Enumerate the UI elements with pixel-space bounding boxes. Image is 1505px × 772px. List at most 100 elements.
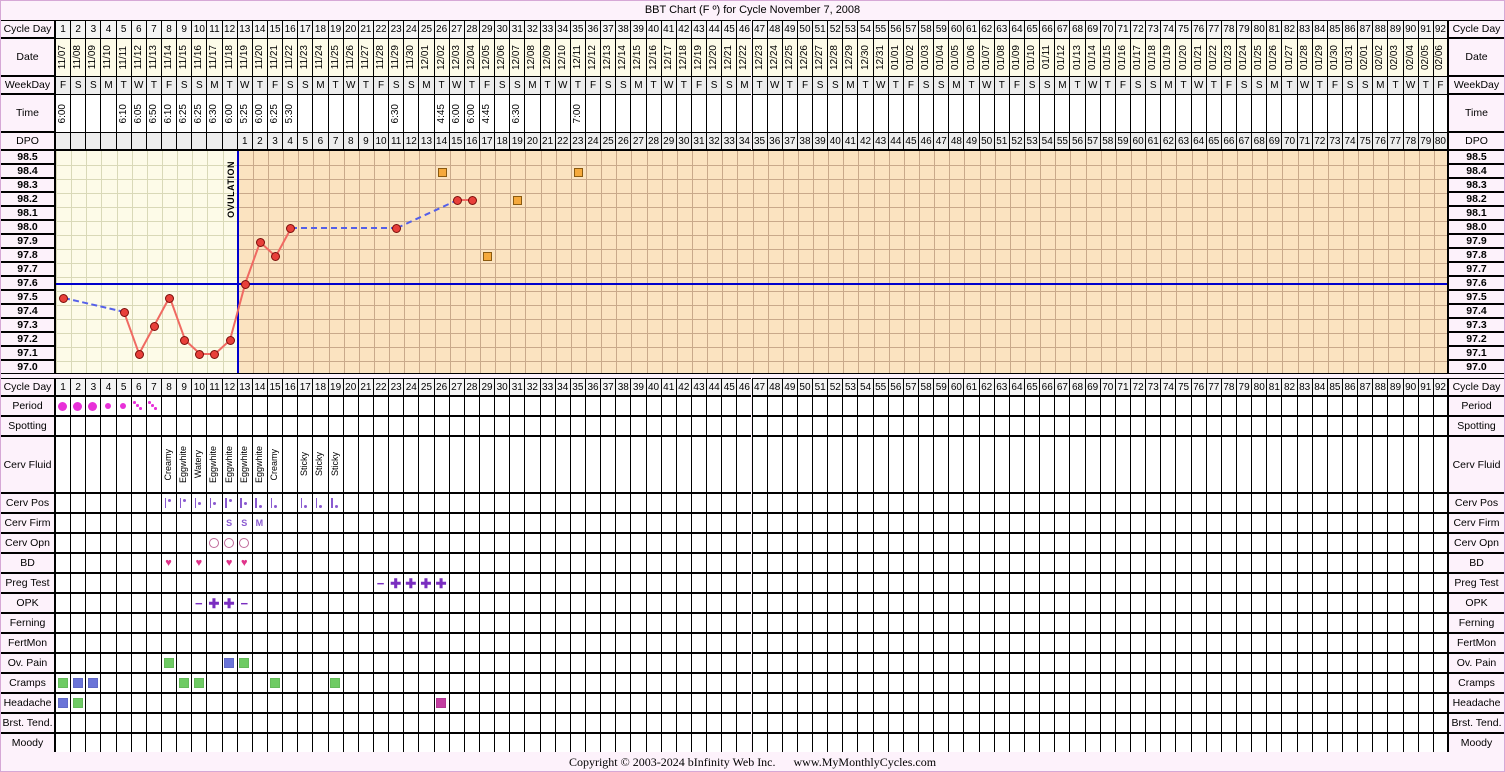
tracker-cell-moody[interactable] (372, 733, 389, 753)
tracker-cell-period[interactable] (1220, 396, 1237, 416)
tracker-cell-moody[interactable] (1114, 733, 1131, 753)
preg-test-marker[interactable]: ✚ (420, 576, 432, 590)
tracker-cell-cerv-pos[interactable] (418, 493, 434, 513)
tracker-cell-ferning[interactable] (418, 613, 434, 633)
tracker-cell-moody[interactable] (509, 733, 525, 753)
tracker-cell-spotting[interactable] (1372, 416, 1388, 436)
tracker-cell-period[interactable] (1402, 396, 1418, 416)
tracker-cell-bd[interactable] (70, 553, 86, 573)
tracker-cell-moody[interactable] (1357, 733, 1373, 753)
tracker-cell-opk[interactable] (584, 593, 601, 613)
tracker-cell-brst-tend[interactable] (221, 713, 237, 733)
tracker-cell-cramps[interactable] (221, 673, 237, 693)
tracker-cell-brst-tend[interactable] (297, 713, 313, 733)
tracker-cell-brst-tend[interactable] (1054, 713, 1070, 733)
tracker-cell-spotting[interactable] (1251, 416, 1267, 436)
tracker-cell-period[interactable] (1024, 396, 1040, 416)
tracker-cell-ferning[interactable] (463, 613, 479, 633)
tracker-cell-spotting[interactable] (70, 416, 86, 436)
ov-pain-marker[interactable] (163, 658, 174, 668)
tracker-cell-cramps[interactable] (100, 673, 116, 693)
tracker-cell-fertmon[interactable] (645, 633, 661, 653)
tracker-cell-fertmon[interactable] (160, 633, 177, 653)
tracker-cell-ov-pain[interactable] (615, 653, 631, 673)
tracker-cell-ov-pain[interactable] (1008, 653, 1025, 673)
tracker-cell-cerv-firm[interactable] (781, 513, 797, 533)
tracker-cell-bd[interactable] (1266, 553, 1282, 573)
tracker-cell-cramps[interactable] (1266, 673, 1282, 693)
tracker-cell-ov-pain[interactable] (494, 653, 510, 673)
tracker-cell-bd[interactable] (751, 553, 767, 573)
tracker-cell-opk[interactable] (812, 593, 828, 613)
tracker-cell-cerv-fluid[interactable] (872, 436, 888, 493)
tracker-cell-cerv-pos[interactable] (357, 493, 373, 513)
tracker-cell-opk[interactable] (1190, 593, 1206, 613)
tracker-cell-period[interactable] (1099, 396, 1115, 416)
tracker-cell-ov-pain[interactable] (372, 653, 389, 673)
tracker-cell-cramps[interactable] (1069, 673, 1085, 693)
tracker-cell-headache[interactable] (812, 693, 828, 713)
tracker-cell-moody[interactable] (751, 733, 767, 753)
tracker-cell-ferning[interactable] (266, 613, 283, 633)
cramps-marker[interactable] (72, 678, 83, 688)
tracker-cell-ferning[interactable] (645, 613, 661, 633)
cerv-fluid-marker[interactable]: Eggwhite (176, 436, 191, 493)
tracker-cell-opk[interactable] (1054, 593, 1070, 613)
tracker-cell-brst-tend[interactable] (1099, 713, 1115, 733)
tracker-cell-fertmon[interactable] (55, 633, 71, 653)
tracker-cell-fertmon[interactable] (403, 633, 419, 653)
tracker-cell-ferning[interactable] (1114, 613, 1131, 633)
tracker-cell-period[interactable] (736, 396, 752, 416)
tracker-cell-cramps[interactable] (918, 673, 934, 693)
tracker-cell-cerv-firm[interactable] (1417, 513, 1433, 533)
tracker-cell-ov-pain[interactable] (978, 653, 994, 673)
tracker-cell-cramps[interactable] (781, 673, 797, 693)
tracker-cell-opk[interactable] (251, 593, 267, 613)
tracker-cell-period[interactable] (857, 396, 873, 416)
tracker-cell-headache[interactable] (478, 693, 495, 713)
tracker-cell-ov-pain[interactable] (766, 653, 782, 673)
tracker-cell-brst-tend[interactable] (1190, 713, 1206, 733)
tracker-cell-cerv-fluid[interactable] (1205, 436, 1221, 493)
tracker-cell-period[interactable] (1281, 396, 1297, 416)
tracker-cell-ferning[interactable] (1357, 613, 1373, 633)
tracker-cell-cerv-fluid[interactable] (1236, 436, 1252, 493)
tracker-cell-brst-tend[interactable] (176, 713, 192, 733)
tracker-cell-moody[interactable] (1024, 733, 1040, 753)
tracker-cell-period[interactable] (191, 396, 207, 416)
tracker-cell-spotting[interactable] (251, 416, 267, 436)
tracker-cell-cramps[interactable] (478, 673, 495, 693)
tracker-cell-opk[interactable] (388, 593, 404, 613)
tracker-cell-spotting[interactable] (509, 416, 525, 436)
tracker-cell-preg-test[interactable] (948, 573, 964, 593)
tracker-cell-cerv-firm[interactable] (1160, 513, 1176, 533)
tracker-cell-ov-pain[interactable] (1220, 653, 1237, 673)
tracker-cell-cerv-opn[interactable] (796, 533, 813, 553)
tracker-cell-moody[interactable] (100, 733, 116, 753)
tracker-cell-spotting[interactable] (85, 416, 101, 436)
tracker-cell-spotting[interactable] (312, 416, 328, 436)
tracker-cell-cerv-firm[interactable] (145, 513, 161, 533)
tracker-cell-cramps[interactable] (615, 673, 631, 693)
tracker-cell-headache[interactable] (660, 693, 676, 713)
tracker-cell-brst-tend[interactable] (796, 713, 813, 733)
cramps-marker[interactable] (330, 678, 341, 688)
tracker-cell-cerv-fluid[interactable] (1160, 436, 1176, 493)
tracker-cell-period[interactable] (569, 396, 585, 416)
tracker-cell-brst-tend[interactable] (827, 713, 843, 733)
tracker-cell-cerv-opn[interactable] (176, 533, 192, 553)
tracker-cell-bd[interactable] (1175, 553, 1191, 573)
tracker-cell-cramps[interactable] (403, 673, 419, 693)
tracker-cell-preg-test[interactable] (1387, 573, 1403, 593)
tracker-cell-cerv-opn[interactable] (1084, 533, 1100, 553)
tracker-cell-spotting[interactable] (1296, 416, 1312, 436)
tracker-cell-period[interactable] (1160, 396, 1176, 416)
tracker-cell-ferning[interactable] (1008, 613, 1025, 633)
tracker-cell-opk[interactable] (1402, 593, 1418, 613)
tracker-cell-bd[interactable] (1402, 553, 1418, 573)
tracker-cell-bd[interactable] (827, 553, 843, 573)
tracker-cell-opk[interactable] (100, 593, 116, 613)
tracker-cell-fertmon[interactable] (130, 633, 146, 653)
cerv-pos-marker[interactable] (209, 498, 219, 508)
tracker-cell-headache[interactable] (721, 693, 737, 713)
